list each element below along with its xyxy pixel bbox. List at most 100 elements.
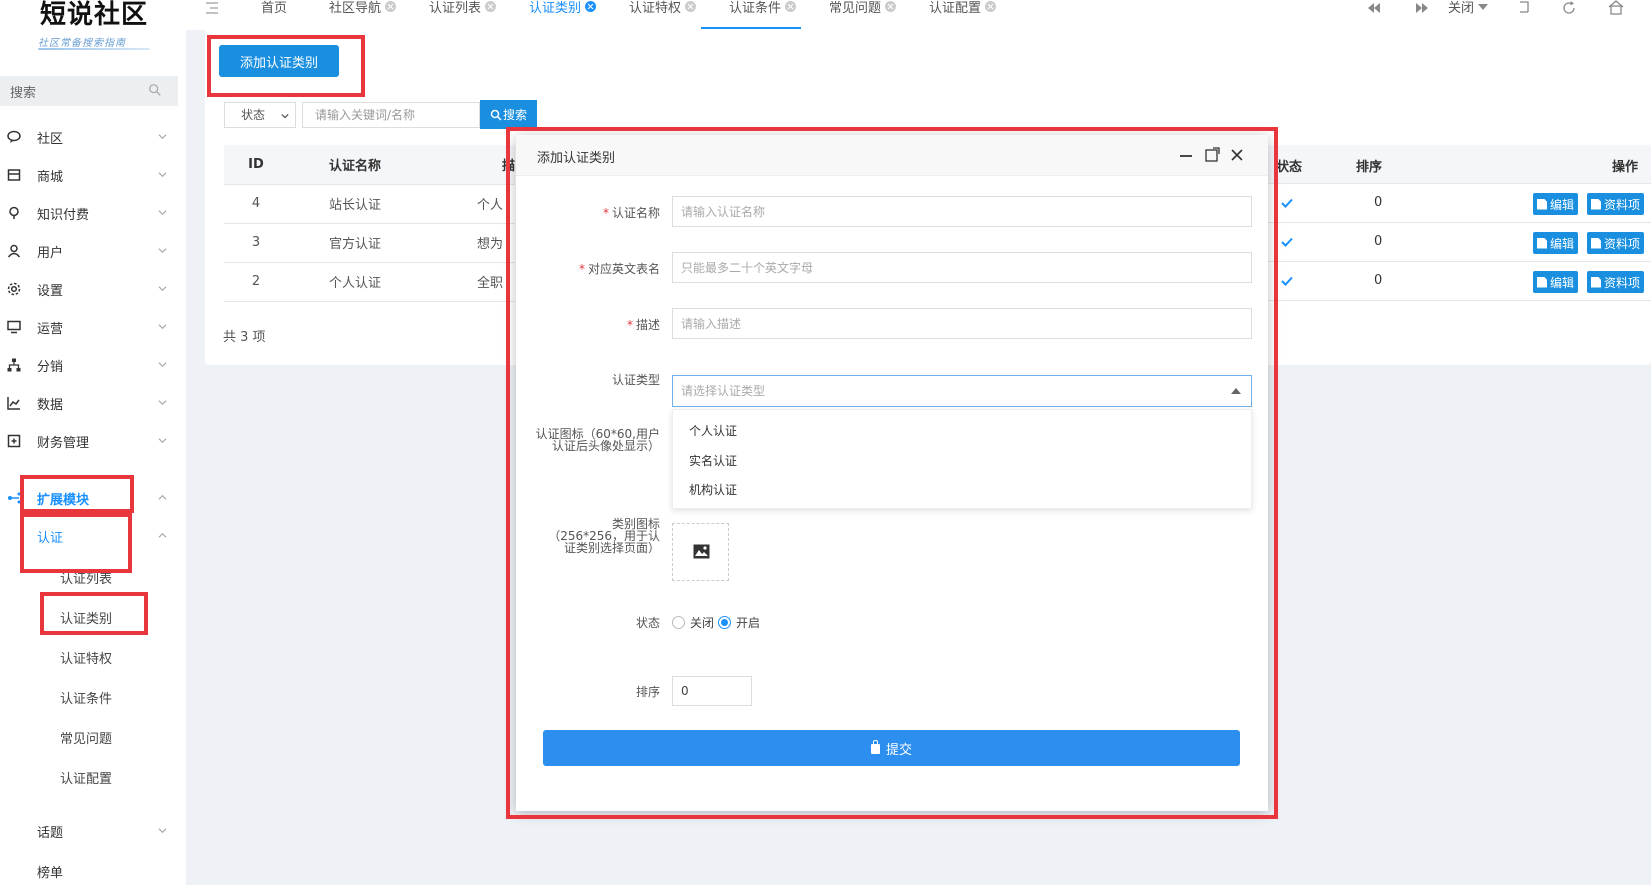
tab-cert-condition[interactable]: 认证条件: [729, 0, 797, 16]
cell-name: 官方认证: [288, 223, 422, 263]
keyword-input[interactable]: [302, 102, 480, 128]
sidebar-sub-item[interactable]: 认证条件: [60, 688, 112, 707]
tab-label: 常见问题: [829, 1, 882, 16]
tab-cert-list[interactable]: 认证列表: [429, 0, 497, 16]
cell-desc: 个人: [422, 184, 516, 224]
category-icon-upload[interactable]: [672, 523, 729, 581]
sidebar-item-label: 财务管理: [37, 436, 90, 451]
tab-close-icon[interactable]: [585, 1, 597, 12]
tab-cert-category[interactable]: 认证类别: [529, 0, 597, 16]
sidebar-item-operations[interactable]: 运营: [0, 312, 178, 342]
tab-cert-config[interactable]: 认证配置: [929, 0, 997, 16]
edit-button[interactable]: 编辑: [1533, 193, 1579, 215]
chevron-down-icon: [158, 248, 167, 254]
sitemap-icon: [6, 357, 22, 373]
chevron-down-icon: [158, 324, 167, 330]
sidebar-item-label: 数据: [37, 398, 64, 413]
active-tab-indicator: [701, 27, 801, 29]
tab-home[interactable]: 首页: [261, 0, 287, 16]
sidebar-item-finance[interactable]: 财务管理: [0, 426, 178, 456]
search-button-label: 搜索: [502, 108, 527, 122]
menu-fold-icon[interactable]: [204, 0, 220, 16]
sidebar-item-knowledge[interactable]: 知识付费: [0, 198, 178, 228]
column-header: 排序: [1356, 160, 1383, 175]
add-category-button[interactable]: 添加认证类别: [219, 45, 339, 77]
status-on-radio[interactable]: [718, 616, 731, 629]
tab-close-icon[interactable]: [485, 1, 497, 12]
close-icon[interactable]: [1229, 147, 1245, 163]
check-icon: [1281, 198, 1293, 208]
total-count: 共 3 项: [223, 330, 266, 345]
tab-close-icon[interactable]: [385, 1, 397, 12]
scroll-left-icon[interactable]: [1366, 0, 1382, 16]
sidebar-search-input[interactable]: 搜索: [0, 76, 178, 106]
sidebar-sub-item[interactable]: 常见问题: [60, 728, 112, 747]
tab-community-nav[interactable]: 社区导航: [329, 0, 397, 16]
cell-id: 3: [224, 223, 288, 263]
fullscreen-exit-icon[interactable]: [1516, 0, 1532, 16]
refresh-icon[interactable]: [1561, 0, 1577, 16]
sidebar-item-topics[interactable]: 话题: [0, 816, 178, 846]
status-filter-select[interactable]: 状态: [224, 102, 296, 128]
status-field-label: 状态: [635, 616, 660, 630]
sidebar-item-certification[interactable]: 认证: [0, 521, 178, 551]
search-button[interactable]: 搜索: [480, 100, 537, 129]
chevron-down-icon: [158, 828, 167, 834]
tab-faq[interactable]: 常见问题: [829, 0, 897, 16]
sidebar-sub-item-active[interactable]: 认证类别: [60, 608, 112, 627]
fields-button[interactable]: 资料项: [1587, 271, 1645, 293]
tab-close-icon[interactable]: [685, 1, 697, 12]
bulb-icon: [6, 205, 22, 221]
fields-button[interactable]: 资料项: [1587, 193, 1645, 215]
type-select[interactable]: 请选择认证类型: [672, 375, 1252, 407]
sidebar-item-data[interactable]: 数据: [0, 388, 178, 418]
dropdown-option[interactable]: 实名认证: [689, 452, 737, 469]
status-off-radio[interactable]: [672, 616, 685, 629]
minimize-icon[interactable]: [1178, 147, 1194, 163]
sidebar-item-settings[interactable]: 设置: [0, 274, 178, 304]
dialog-header: 添加认证类别: [516, 135, 1268, 176]
cell-sort: 0: [1374, 273, 1383, 288]
tab-close-icon[interactable]: [985, 1, 997, 12]
doc-icon: [1537, 237, 1547, 249]
sidebar-item-label: 认证: [37, 531, 64, 546]
sidebar-item-community[interactable]: 社区: [0, 122, 178, 152]
maximize-icon[interactable]: [1204, 147, 1220, 163]
sidebar-item-users[interactable]: 用户: [0, 236, 178, 266]
sort-input[interactable]: [672, 676, 752, 706]
scroll-right-icon[interactable]: [1414, 0, 1430, 16]
sidebar-item-store[interactable]: 商城: [0, 160, 178, 190]
chevron-down-icon: [158, 210, 167, 216]
sidebar-item-label: 话题: [37, 826, 64, 841]
table-name-input[interactable]: [672, 252, 1252, 283]
sidebar-item-label: 扩展模块: [37, 493, 90, 508]
submit-button[interactable]: 提交: [543, 730, 1240, 766]
user-icon: [6, 243, 22, 259]
tab-close-icon[interactable]: [885, 1, 897, 12]
required-mark: *: [602, 206, 609, 220]
home-icon[interactable]: [1608, 0, 1624, 16]
name-input[interactable]: [672, 196, 1252, 227]
desc-input[interactable]: [672, 308, 1252, 339]
sidebar-item-label: 榜单: [37, 866, 64, 881]
edit-button[interactable]: 编辑: [1533, 271, 1579, 293]
sidebar-sub-item[interactable]: 认证特权: [60, 648, 112, 667]
table-row: 3 官方认证 想为: [224, 223, 516, 263]
sidebar-item-extensions[interactable]: 扩展模块: [0, 483, 178, 513]
dropdown-option[interactable]: 个人认证: [689, 422, 737, 439]
cell-id: 2: [224, 262, 288, 302]
fields-button[interactable]: 资料项: [1587, 232, 1645, 254]
sidebar-item-distribution[interactable]: 分销: [0, 350, 178, 380]
sidebar-sub-item[interactable]: 认证列表: [60, 568, 112, 587]
chevron-up-icon: [158, 532, 167, 538]
tab-bar: 首页 社区导航 认证列表 认证类别 认证特权 认证条件 常见问题 认证配置 关闭: [186, 0, 1651, 30]
sidebar-item-rankings[interactable]: 榜单: [0, 856, 178, 885]
edit-button[interactable]: 编辑: [1533, 232, 1579, 254]
tab-cert-privilege[interactable]: 认证特权: [629, 0, 697, 16]
tab-close-icon[interactable]: [785, 1, 797, 12]
cell-id: 4: [224, 184, 288, 224]
dropdown-option[interactable]: 机构认证: [689, 481, 737, 498]
logo-title: 短说社区: [40, 0, 149, 30]
sidebar-sub-item[interactable]: 认证配置: [60, 768, 112, 787]
close-tabs-dropdown[interactable]: 关闭: [1448, 0, 1489, 16]
